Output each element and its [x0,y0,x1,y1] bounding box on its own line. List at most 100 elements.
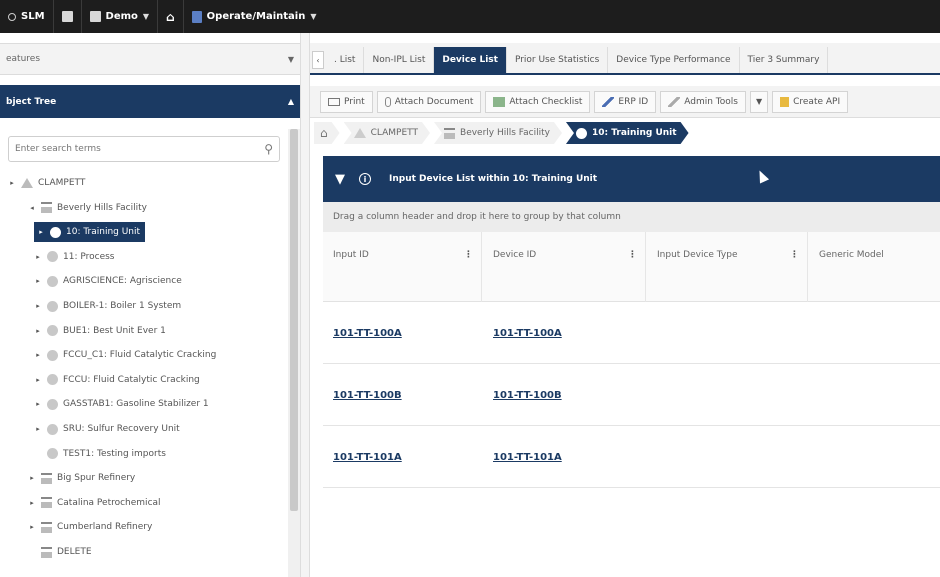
expand-arrow-icon[interactable]: ▸ [37,228,45,236]
expand-arrow-icon[interactable]: ▸ [34,253,42,261]
pane-splitter[interactable] [300,33,310,577]
expand-arrow-icon[interactable]: ▸ [34,400,42,408]
tree-node-label: TEST1: Testing imports [63,448,166,459]
collapse-icon[interactable]: ▲ [288,97,294,106]
tree-search-input[interactable] [15,144,235,154]
attach-document-label: Attach Document [394,96,474,107]
table-row[interactable]: 101-TT-101A 101-TT-101A [323,426,940,488]
column-header-input-device-type[interactable]: Input Device Type ⋮ [647,232,807,302]
tree-node[interactable]: ▸ FCCU: Fluid Catalytic Cracking [34,370,200,390]
tab-non-ipl-list[interactable]: Non-IPL List [364,47,435,73]
breadcrumb: ⌂ CLAMPETT Beverly Hills Facility 10: Tr… [310,120,940,146]
app-menu[interactable]: SLM [0,0,53,33]
admin-tools-button[interactable]: Admin Tools [660,90,746,113]
expand-arrow-icon[interactable]: ▸ [34,327,42,335]
chevron-down-icon: ▼ [310,12,317,21]
attach-checklist-button[interactable]: Attach Checklist [485,90,591,113]
breadcrumb-item-facility[interactable]: Beverly Hills Facility [434,122,562,144]
tree-node[interactable]: ▸ Big Spur Refinery [28,468,135,488]
device-id-link[interactable]: 101-TT-100A [493,328,562,339]
tab-label: Tier 3 Summary [747,55,820,65]
tree-node-label: FCCU: Fluid Catalytic Cracking [63,374,200,385]
expand-arrow-icon[interactable]: ▸ [34,376,42,384]
breadcrumb-item-clampett[interactable]: CLAMPETT [344,122,430,144]
tab-device-list[interactable]: Device List [434,47,507,73]
scrollbar-thumb[interactable] [290,129,298,511]
tab-label: Device List [442,55,498,65]
admin-tools-dropdown[interactable]: ▼ [749,90,769,113]
tree-search: ⚲ [8,136,280,162]
expand-arrow-icon[interactable]: ▸ [34,351,42,359]
device-id-link[interactable]: 101-TT-100B [493,390,562,401]
tree-scrollbar[interactable] [288,129,300,577]
column-menu-icon[interactable]: ⋮ [628,250,637,260]
tree-node[interactable]: ▸ BOILER-1: Boiler 1 System [34,296,181,316]
column-menu-icon[interactable]: ⋮ [464,250,473,260]
erp-id-button[interactable]: ERP ID [594,90,657,113]
tree-node[interactable]: ▸ 11: Process [34,247,115,267]
tab-prior-use-statistics[interactable]: Prior Use Statistics [507,47,609,73]
input-id-link[interactable]: 101-TT-100B [333,390,402,401]
tree-node[interactable]: ▸ Catalina Petrochemical [28,493,161,513]
tree-node[interactable]: DELETE [28,542,92,562]
tree-node[interactable]: ▸ Cumberland Refinery [28,517,152,537]
breadcrumb-item-unit[interactable]: 10: Training Unit [566,122,689,144]
table-row[interactable]: 101-TT-100B 101-TT-100B [323,364,940,426]
gear-icon [47,349,58,361]
tree-node[interactable]: TEST1: Testing imports [34,444,166,464]
tree-node-label: CLAMPETT [38,178,86,188]
expand-arrow-icon[interactable]: ▸ [8,179,16,187]
breadcrumb-home[interactable]: ⌂ [314,122,340,144]
group-by-area[interactable]: Drag a column header and drop it here to… [323,202,940,232]
column-menu-icon[interactable]: ⋮ [790,250,799,260]
search-icon[interactable]: ⚲ [264,142,273,156]
tree-node[interactable]: ▸ FCCU_C1: Fluid Catalytic Cracking [34,345,216,365]
device-id-link[interactable]: 101-TT-101A [493,452,562,463]
sitemap-button[interactable] [54,0,81,33]
column-headers: Input ID ⋮ Device ID ⋮ Input Device Type… [323,232,940,302]
expand-arrow-icon[interactable]: ▸ [34,277,42,285]
column-divider[interactable] [807,232,808,302]
column-header-input-id[interactable]: Input ID ⋮ [323,232,481,302]
tree-node-label: Catalina Petrochemical [57,497,161,508]
tree-node[interactable]: ▸ CLAMPETT [8,173,85,193]
tree-node[interactable]: ▸ AGRISCIENCE: Agriscience [34,271,182,291]
tab-label: Prior Use Statistics [514,55,600,65]
tree-node[interactable]: ▸ BUE1: Best Unit Ever 1 [34,321,166,341]
tab-label: Non-IPL List [372,55,426,65]
table-row[interactable]: 101-TT-100A 101-TT-100A [323,302,940,364]
object-tree-header[interactable]: bject Tree ▲ [0,85,300,118]
erp-id-label: ERP ID [618,96,649,107]
module-selector[interactable]: Operate/Maintain ▼ [184,0,325,33]
tab-tier-3-summary[interactable]: Tier 3 Summary [740,47,829,73]
create-api-button[interactable]: Create API [772,90,849,113]
tree-node[interactable]: ▸ SRU: Sulfur Recovery Unit [34,419,180,439]
filter-icon[interactable]: ▼ [335,172,345,187]
print-button[interactable]: Print [320,90,373,113]
attach-document-button[interactable]: Attach Document [376,90,482,113]
input-id-link[interactable]: 101-TT-101A [333,452,402,463]
tree-node[interactable]: ▸ 10: Training Unit [34,222,146,243]
expand-arrow-icon[interactable]: ▸ [28,499,36,507]
home-button[interactable]: ⌂ [158,0,183,33]
tree-node[interactable]: ◂ Beverly Hills Facility [28,198,147,218]
column-divider[interactable] [481,232,482,302]
column-header-device-id[interactable]: Device ID ⋮ [483,232,645,302]
expand-arrow-icon[interactable]: ◂ [28,204,36,212]
chevron-down-icon: ▼ [755,97,763,106]
info-icon[interactable]: i [359,173,371,185]
features-dropdown[interactable]: eatures ▼ [0,43,300,75]
expand-arrow-icon[interactable]: ▸ [28,474,36,482]
tab-device-type-performance[interactable]: Device Type Performance [608,47,740,73]
expand-arrow-icon[interactable]: ▸ [28,523,36,531]
tab-list[interactable]: . List [326,47,365,73]
expand-arrow-icon[interactable]: ▸ [34,302,42,310]
tree-node[interactable]: ▸ GASSTAB1: Gasoline Stabilizer 1 [34,394,209,414]
tab-scroll-left-button[interactable]: ‹ [312,51,324,69]
expand-arrow-icon[interactable]: ▸ [34,425,42,433]
site-selector[interactable]: Demo ▼ [82,0,158,33]
app-name: SLM [21,11,45,22]
input-id-link[interactable]: 101-TT-100A [333,328,402,339]
column-divider[interactable] [645,232,646,302]
column-header-generic-model[interactable]: Generic Model [809,232,940,302]
